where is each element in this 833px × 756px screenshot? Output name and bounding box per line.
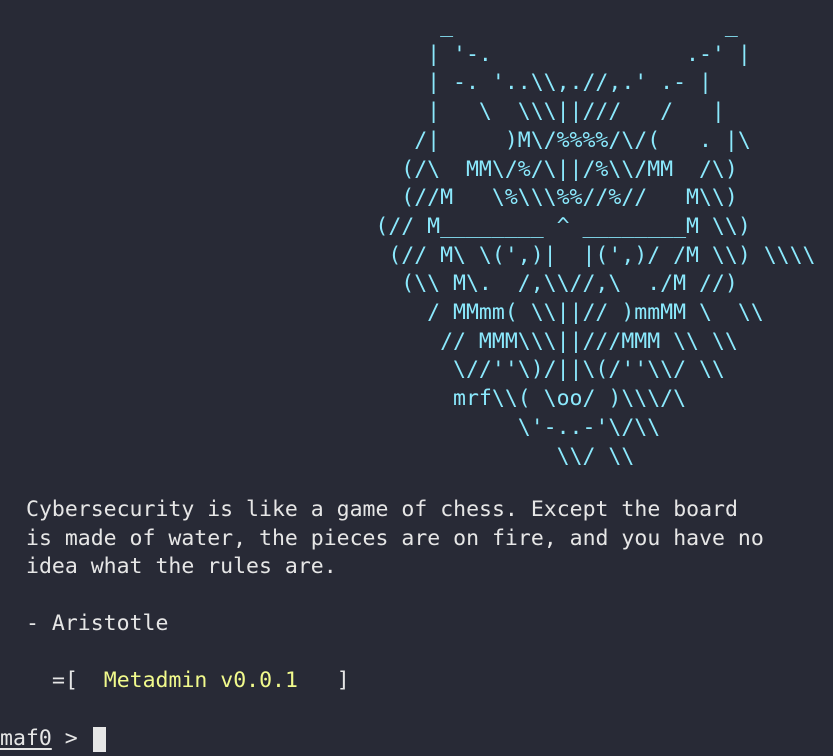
quote-attribution: - Aristotle bbox=[26, 611, 169, 636]
version-label: Metadmin v0.0.1 bbox=[103, 668, 298, 693]
command-prompt[interactable]: maf0 > bbox=[0, 724, 106, 754]
terminal-window[interactable]: _ _ | '-. .-' | | -. '..\\,.//,.' .- | |… bbox=[0, 0, 833, 756]
quote-text: Cybersecurity is like a game of chess. E… bbox=[26, 497, 764, 579]
prompt-user: maf0 bbox=[0, 725, 52, 751]
ascii-art-banner: _ _ | '-. .-' | | -. '..\\,.//,.' .- | |… bbox=[375, 13, 816, 469]
prompt-symbol: > bbox=[51, 725, 91, 751]
text-cursor[interactable] bbox=[92, 726, 106, 752]
banner-open-bracket: =[ bbox=[52, 668, 104, 693]
banner-close-bracket: ] bbox=[297, 668, 350, 693]
version-banner: =[ Metadmin v0.0.1 ] bbox=[52, 667, 350, 696]
